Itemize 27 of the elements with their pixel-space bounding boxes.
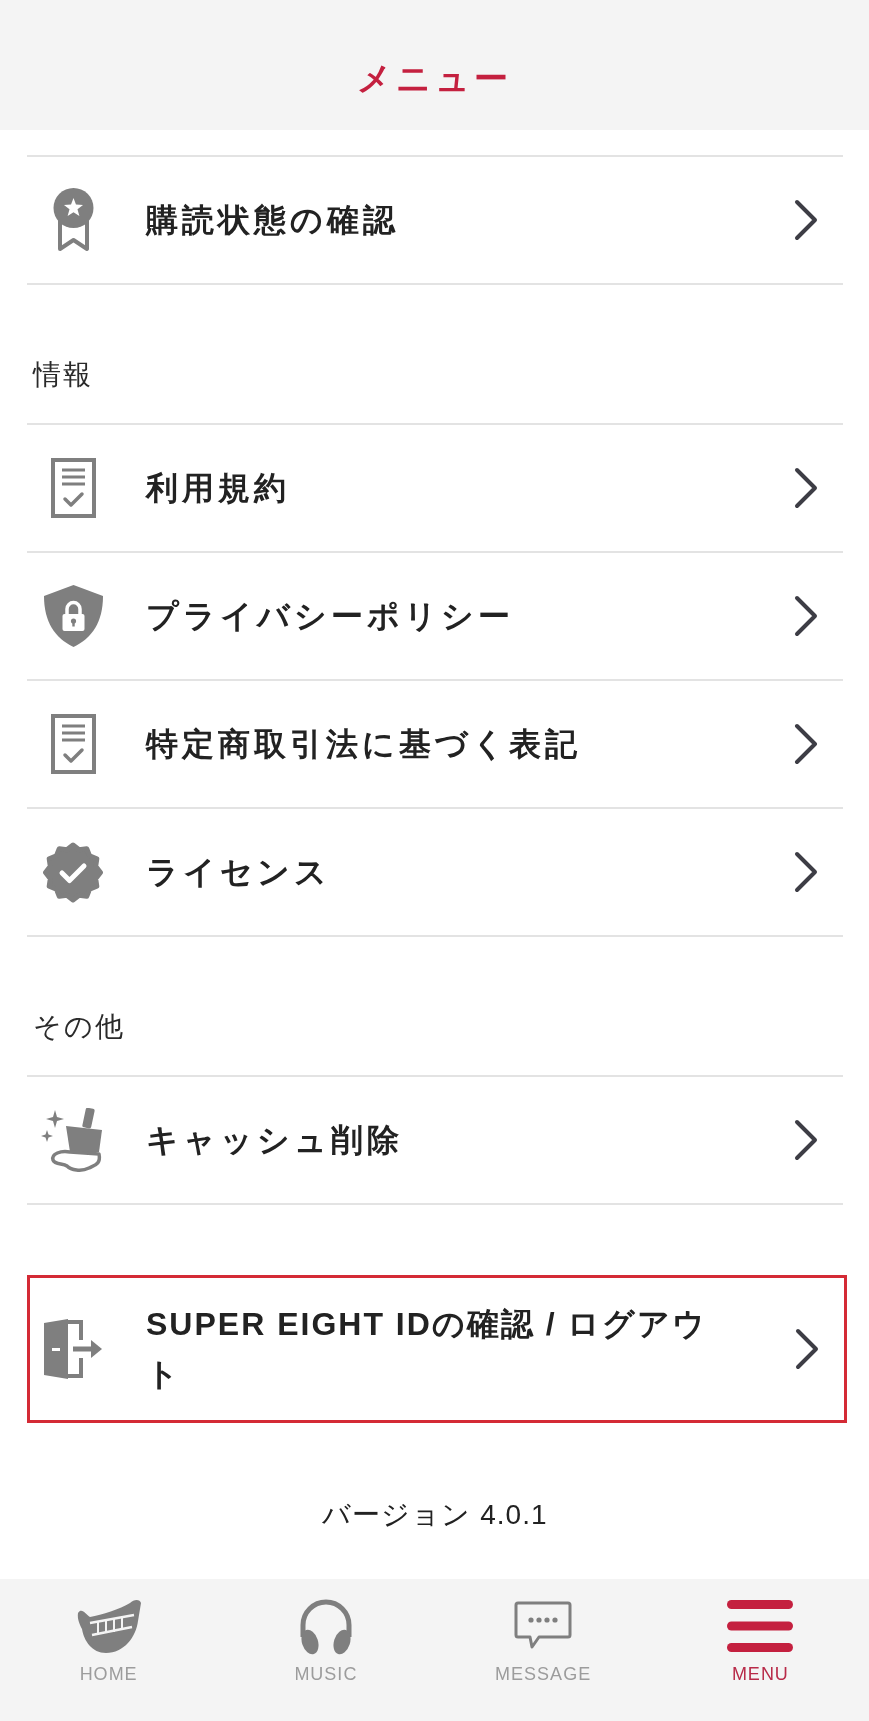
menu-item[interactable]: プライバシーポリシー: [27, 553, 843, 681]
menu-item[interactable]: キャッシュ削除: [27, 1077, 843, 1205]
grinning-jaw-icon: [75, 1597, 142, 1655]
chevron-right-icon: [795, 1328, 819, 1370]
section-heading: その他: [33, 1011, 125, 1042]
chevron-right-icon: [794, 851, 818, 893]
menu-item[interactable]: ライセンス: [27, 809, 843, 937]
menu-icon: [727, 1600, 794, 1652]
checklist-document-icon: [50, 458, 96, 518]
checklist-document-icon: [50, 714, 96, 774]
exit-door-icon: [43, 1318, 103, 1380]
section-heading: 情報: [33, 359, 93, 390]
chevron-right-icon: [794, 1119, 818, 1161]
tab-bar-item[interactable]: MENU: [651, 1579, 869, 1721]
menu-item[interactable]: 利用規約: [27, 425, 843, 553]
version-text: バージョン 4.0.1: [322, 1499, 548, 1530]
menu-item[interactable]: 特定商取引法に基づく表記: [27, 681, 843, 809]
account-logout-item[interactable]: SUPER EIGHT IDの確認 / ログアウト: [27, 1275, 847, 1423]
chat-bubble-icon: [514, 1601, 573, 1651]
page-title: メニュー: [357, 58, 512, 98]
chevron-right-icon: [794, 595, 818, 637]
shield-lock-icon: [42, 584, 104, 648]
chevron-right-icon: [794, 467, 818, 509]
verified-badge-icon: [41, 841, 105, 903]
menu-item[interactable]: 購読状態の確認: [27, 157, 843, 285]
chevron-right-icon: [794, 199, 818, 241]
chevron-right-icon: [794, 723, 818, 765]
